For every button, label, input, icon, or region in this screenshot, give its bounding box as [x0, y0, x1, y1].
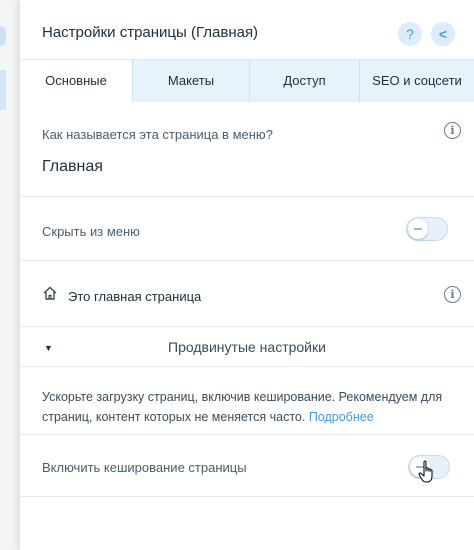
tab-basic[interactable]: Основные [20, 60, 132, 102]
page-name-question: Как называется эта страница в меню? [42, 127, 273, 142]
caching-description-section: Ускорьте загрузку страниц, включив кешир… [20, 367, 474, 435]
tab-access[interactable]: Доступ [249, 60, 359, 102]
hide-from-menu-section: Скрыть из меню [20, 197, 474, 261]
caching-description: Ускорьте загрузку страниц, включив кешир… [42, 387, 452, 427]
tab-layouts[interactable]: Макеты [132, 60, 249, 102]
home-icon [43, 286, 57, 300]
panel-title: Настройки страницы (Главная) [42, 24, 259, 41]
background-element [0, 26, 6, 46]
background-element [0, 70, 6, 110]
page-settings-panel: Настройки страницы (Главная) ? < Основны… [20, 0, 474, 550]
caching-toggle-label: Включить кеширование страницы [42, 460, 247, 475]
home-page-section: Это главная страница i [20, 261, 474, 327]
advanced-settings-label: Продвинутые настройки [168, 339, 326, 355]
back-button[interactable]: < [431, 22, 455, 46]
help-button[interactable]: ? [398, 22, 422, 46]
info-icon[interactable]: i [444, 122, 461, 139]
hand-cursor-icon [418, 460, 433, 483]
background-editor-strip [0, 0, 22, 550]
caching-toggle-section: Включить кеширование страницы [20, 435, 474, 497]
page-name-section: Как называется эта страница в меню? Глав… [20, 102, 474, 197]
panel-header: Настройки страницы (Главная) ? < [20, 0, 474, 60]
advanced-settings-header[interactable]: ▼ Продвинутые настройки [20, 327, 474, 367]
toggle-knob [408, 219, 428, 239]
learn-more-link[interactable]: Подробнее [309, 410, 374, 424]
page: Настройки страницы (Главная) ? < Основны… [0, 0, 474, 550]
home-page-label: Это главная страница [68, 289, 202, 304]
page-name-field[interactable]: Главная [42, 158, 103, 176]
hide-from-menu-toggle[interactable] [406, 217, 448, 241]
info-icon[interactable]: i [444, 286, 461, 303]
caching-description-text: Ускорьте загрузку страниц, включив кешир… [42, 390, 443, 424]
tab-seo[interactable]: SEO и соцсети [359, 60, 474, 102]
hide-from-menu-label: Скрыть из меню [42, 224, 140, 239]
settings-tabs: Основные Макеты Доступ SEO и соцсети [20, 60, 474, 102]
